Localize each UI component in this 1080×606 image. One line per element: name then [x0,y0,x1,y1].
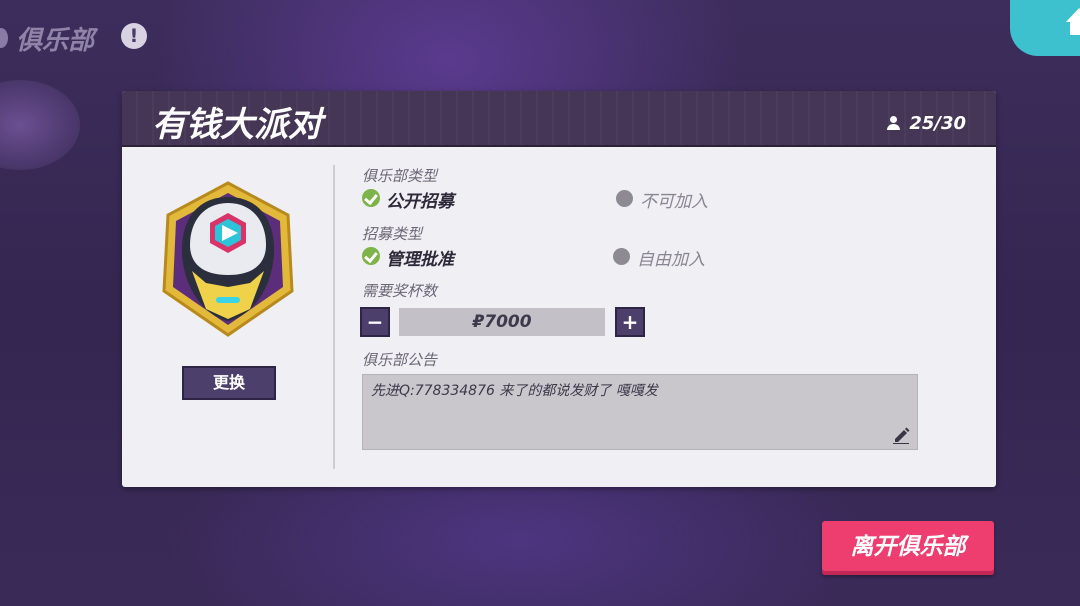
notice-label: 俱乐部公告 [362,351,438,369]
increase-trophy-button[interactable]: + [615,307,645,337]
pencil-icon[interactable] [892,426,910,444]
member-count: 25/30 [887,113,966,134]
member-count-value: 25/30 [909,113,966,134]
radio-off-icon[interactable] [613,248,630,265]
change-emblem-button[interactable]: 更换 [182,366,276,400]
club-type-label: 俱乐部类型 [362,167,438,185]
members-icon [887,116,903,130]
notice-text: 先进Q:778334876 来了的都说发财了 嘎嘎发 [371,383,658,399]
leave-club-button[interactable]: 离开俱乐部 [822,521,994,575]
club-emblem-icon [162,181,294,337]
recruit-type-label: 招募类型 [362,225,423,243]
background-glow [0,80,80,170]
decrease-trophy-button[interactable]: − [360,307,390,337]
club-name: 有钱大派对 [152,105,322,145]
check-icon[interactable] [362,189,380,207]
club-info-panel: 有钱大派对 25/30 更换 俱乐部类型 公开招募 不可加入 招募类型 管理批准… [122,91,996,487]
info-icon[interactable]: ! [121,23,147,49]
panel-header: 有钱大派对 25/30 [122,91,996,147]
recruit-type-option-free[interactable]: 自由加入 [637,245,705,270]
club-type-option-public[interactable]: 公开招募 [386,187,454,212]
home-icon [1066,8,1080,22]
home-button[interactable] [1010,0,1080,56]
radio-off-icon[interactable] [616,190,633,207]
check-icon[interactable] [362,247,380,265]
trophy-requirement-value: ₽7000 [399,308,605,336]
home-icon-body [1070,21,1080,35]
notice-field[interactable]: 先进Q:778334876 来了的都说发财了 嘎嘎发 [362,374,918,450]
back-button[interactable] [0,28,8,48]
page-title: 俱乐部 [16,26,95,56]
recruit-type-option-approval[interactable]: 管理批准 [386,245,454,270]
divider [333,165,335,469]
trophy-requirement-label: 需要奖杯数 [362,282,438,300]
club-type-option-closed[interactable]: 不可加入 [640,187,708,212]
